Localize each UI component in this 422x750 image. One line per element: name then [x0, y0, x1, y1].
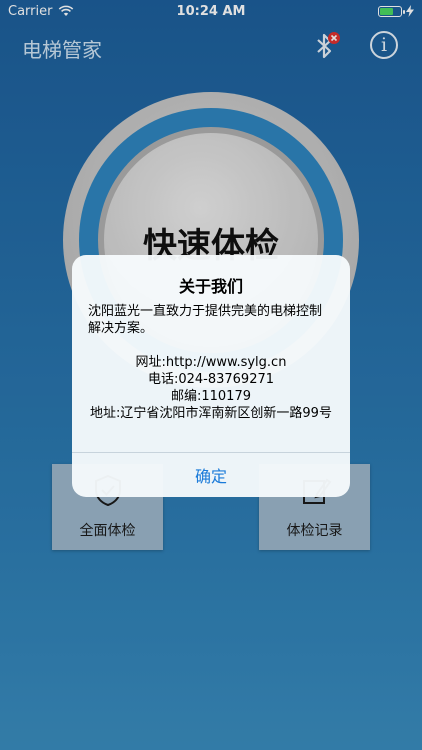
dialog-intro: 沈阳蓝光一直致力于提供完美的电梯控制解决方案。 [88, 304, 323, 336]
dialog-phone: 电话:024-83769271 [147, 372, 275, 387]
dialog-postcode: 邮编:110179 [170, 389, 251, 404]
confirm-button[interactable]: 确定 [72, 453, 350, 497]
dialog-website: 网址:http://www.sylg.cn [135, 355, 287, 370]
dialog-title: 关于我们 [178, 277, 243, 296]
dialog-address: 地址:辽宁省沈阳市浑南新区创新一路99号 [90, 406, 332, 421]
about-dialog: 关于我们 沈阳蓝光一直致力于提供完美的电梯控制解决方案。 网址:http://w… [72, 255, 350, 497]
dialog-spacer [88, 337, 334, 354]
dialog-body: 沈阳蓝光一直致力于提供完美的电梯控制解决方案。 网址:http://www.sy… [72, 297, 350, 422]
